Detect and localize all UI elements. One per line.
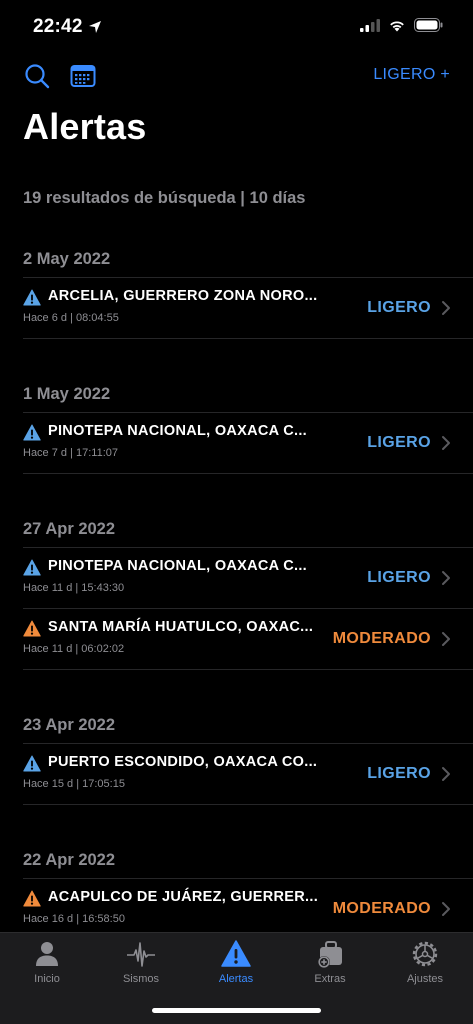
- alert-location: PINOTEPA NACIONAL, OAXACA C...: [48, 558, 307, 574]
- alert-list[interactable]: 2 May 2022 ARCELIA, GUERRERO ZONA NORO...…: [0, 236, 473, 932]
- status-time-text: 22:42: [33, 16, 83, 37]
- warning-icon: [23, 424, 41, 441]
- tab-label: Alertas: [218, 973, 254, 985]
- alert-time: Hace 7 d | 17:11:07: [23, 447, 118, 459]
- tab-sismos[interactable]: Sismos: [101, 939, 181, 995]
- chevron-right-icon: [442, 902, 450, 916]
- warning-icon: [23, 890, 41, 907]
- alert-level-badge: LIGERO: [367, 765, 431, 782]
- chevron-right-icon: [442, 436, 450, 450]
- results-summary: 19 resultados de búsqueda | 10 días: [23, 189, 306, 207]
- location-arrow-icon: [88, 21, 101, 33]
- chevron-right-icon: [442, 571, 450, 585]
- alert-row[interactable]: ARCELIA, GUERRERO ZONA NORO... Hace 6 d |…: [23, 278, 473, 339]
- section-date-header: 27 Apr 2022: [23, 506, 473, 548]
- search-icon: [25, 64, 50, 89]
- section-date-header: 23 Apr 2022: [23, 702, 473, 744]
- home-indicator: [152, 1008, 321, 1013]
- alert-level-badge: MODERADO: [332, 630, 431, 647]
- warning-icon: [23, 620, 41, 637]
- person-icon: [36, 942, 58, 966]
- chevron-right-icon: [442, 767, 450, 781]
- calendar-icon: [70, 65, 96, 87]
- alert-location: ACAPULCO DE JUÁREZ, GUERRER...: [48, 889, 319, 905]
- tab-label: Inicio: [34, 973, 60, 985]
- seismograph-icon: [127, 942, 155, 967]
- warning-icon: [221, 940, 251, 967]
- alert-level-badge: LIGERO: [367, 569, 431, 586]
- chevron-right-icon: [442, 632, 450, 646]
- battery-icon: [414, 18, 443, 32]
- alert-location: SANTA MARÍA HUATULCO, OAXAC...: [48, 619, 314, 635]
- alert-location: PINOTEPA NACIONAL, OAXACA C...: [48, 423, 307, 439]
- chevron-right-icon: [442, 301, 450, 315]
- search-button[interactable]: [21, 60, 53, 92]
- alert-time: Hace 11 d | 15:43:30: [23, 582, 125, 594]
- status-bar: 22:42: [0, 0, 473, 54]
- alert-row[interactable]: PUERTO ESCONDIDO, OAXACA CO... Hace 15 d …: [23, 744, 473, 805]
- wifi-icon: [390, 20, 404, 31]
- calendar-button[interactable]: [67, 60, 99, 92]
- status-time: 22:42: [33, 16, 102, 38]
- tab-ajustes[interactable]: Ajustes: [385, 939, 465, 995]
- gear-icon: [412, 941, 438, 967]
- toolbar: LIGERO +: [0, 60, 473, 96]
- tab-label: Extras: [314, 973, 346, 985]
- section-date-header: 22 Apr 2022: [23, 837, 473, 879]
- alert-row[interactable]: PINOTEPA NACIONAL, OAXACA C... Hace 7 d |…: [23, 413, 473, 474]
- tab-label: Ajustes: [406, 973, 444, 985]
- filter-level-button[interactable]: LIGERO +: [373, 66, 450, 84]
- alert-row[interactable]: SANTA MARÍA HUATULCO, OAXAC... Hace 11 d …: [23, 609, 473, 670]
- alert-location: ARCELIA, GUERRERO ZONA NORO...: [48, 288, 318, 304]
- alert-row[interactable]: PINOTEPA NACIONAL, OAXACA C... Hace 11 d …: [23, 548, 473, 609]
- alert-level-badge: LIGERO: [367, 299, 431, 316]
- alert-row[interactable]: ACAPULCO DE JUÁREZ, GUERRER... Hace 16 d …: [23, 879, 473, 932]
- warning-icon: [23, 289, 41, 306]
- tab-extras[interactable]: Extras: [290, 939, 370, 995]
- tab-alertas[interactable]: Alertas: [196, 939, 276, 995]
- section-date-header: 2 May 2022: [23, 236, 473, 278]
- warning-icon: [23, 559, 41, 576]
- alert-time: Hace 6 d | 08:04:55: [23, 312, 119, 324]
- page-title: Alertas: [23, 106, 147, 147]
- alert-time: Hace 16 d | 16:58:50: [23, 913, 125, 925]
- tab-inicio[interactable]: Inicio: [7, 939, 87, 995]
- alert-time: Hace 11 d | 06:02:02: [23, 643, 125, 655]
- warning-icon: [23, 755, 41, 772]
- alert-level-badge: LIGERO: [367, 434, 431, 451]
- tab-label: Sismos: [122, 973, 160, 985]
- alert-location: PUERTO ESCONDIDO, OAXACA CO...: [48, 754, 318, 770]
- kit-icon: [318, 941, 342, 968]
- alert-time: Hace 15 d | 17:05:15: [23, 778, 125, 790]
- cellular-signal-icon: [360, 18, 380, 32]
- section-date-header: 1 May 2022: [23, 371, 473, 413]
- alert-level-badge: MODERADO: [332, 900, 431, 917]
